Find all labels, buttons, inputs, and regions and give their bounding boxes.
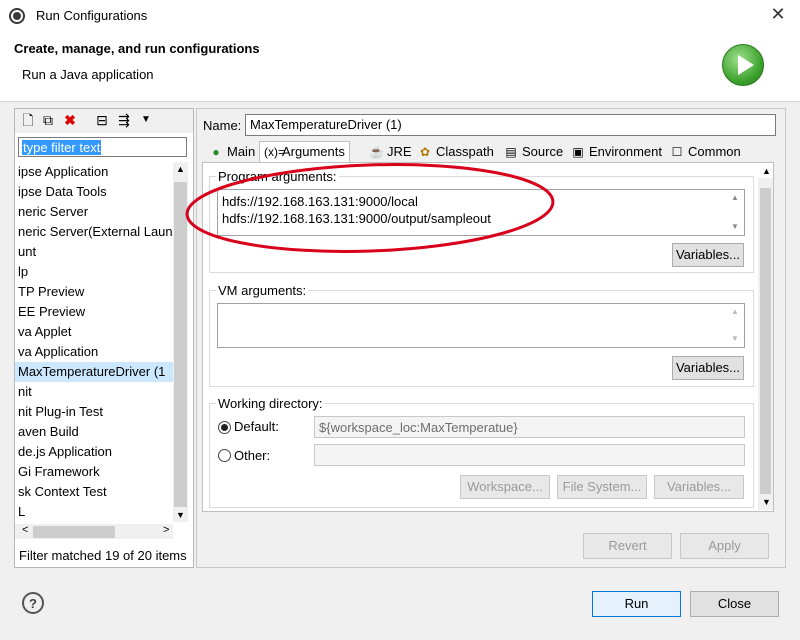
- collapse-all-icon[interactable]: ⊟: [94, 112, 110, 128]
- new-config-icon[interactable]: 🗋: [20, 112, 36, 128]
- vm-scroll-down-icon[interactable]: ▼: [731, 334, 739, 343]
- other-label: Other:: [234, 448, 271, 463]
- tree-item[interactable]: sk Context Test: [18, 482, 107, 502]
- textarea-scroll-up-icon[interactable]: ▲: [731, 193, 739, 202]
- tree-item[interactable]: EE Preview: [18, 302, 85, 322]
- textarea-scroll-down-icon[interactable]: ▼: [731, 222, 739, 231]
- tab-classpath[interactable]: ✿ Classpath: [414, 142, 498, 162]
- source-icon: ▤: [505, 145, 517, 159]
- view-menu-chevron-icon[interactable]: ▼: [138, 112, 154, 128]
- tree-vertical-scroll-thumb[interactable]: [174, 182, 187, 507]
- tree-item[interactable]: de.js Application: [18, 442, 112, 462]
- tree-item[interactable]: neric Server: [18, 202, 88, 222]
- configuration-tree: ipse Application ipse Data Tools neric Ser…: [15, 162, 173, 522]
- tree-item[interactable]: ipse Application: [18, 162, 108, 182]
- tree-item[interactable]: MaxTemperatureDriver (1: [15, 362, 173, 382]
- filter-config-icon[interactable]: ⇶: [116, 112, 132, 128]
- revert-button[interactable]: Revert: [583, 533, 672, 559]
- program-argument-line: hdfs://192.168.163.131:9000/local: [222, 194, 418, 209]
- tab-vertical-scroll-thumb[interactable]: [760, 188, 771, 494]
- default-directory-field: ${workspace_loc:MaxTemperatue}: [314, 416, 745, 438]
- program-variables-button[interactable]: Variables...: [672, 243, 744, 267]
- tab-arguments[interactable]: (x)=Arguments: [259, 141, 350, 163]
- arguments-icon: (x)=: [264, 145, 285, 159]
- tab-scroll-up-icon[interactable]: ▲: [762, 166, 771, 176]
- window-title: Run Configurations: [36, 8, 148, 23]
- common-icon: ☐: [671, 145, 683, 159]
- tree-item[interactable]: TP Preview: [18, 282, 84, 302]
- other-directory-input[interactable]: [314, 444, 745, 466]
- default-label: Default:: [234, 419, 279, 434]
- name-label: Name:: [203, 118, 242, 133]
- tree-item[interactable]: nit Plug-in Test: [18, 402, 103, 422]
- environment-icon: ▣: [572, 145, 584, 159]
- name-input[interactable]: MaxTemperatureDriver (1): [245, 114, 776, 136]
- tree-item[interactable]: va Applet: [18, 322, 72, 342]
- tree-item[interactable]: nit: [18, 382, 32, 402]
- banner-subtitle: Run a Java application: [22, 67, 154, 82]
- delete-config-icon[interactable]: ✖: [62, 112, 78, 128]
- filter-status: Filter matched 19 of 20 items: [19, 548, 187, 563]
- duplicate-config-icon[interactable]: ⧉: [40, 112, 56, 128]
- tab-source[interactable]: ▤ Source: [500, 142, 567, 162]
- tab-scroll-down-icon[interactable]: ▼: [762, 497, 771, 507]
- vm-variables-button[interactable]: Variables...: [672, 356, 744, 380]
- vm-arguments-input[interactable]: [217, 303, 745, 348]
- tree-item[interactable]: aven Build: [18, 422, 79, 442]
- tree-item[interactable]: lp: [18, 262, 28, 282]
- program-argument-line: hdfs://192.168.163.131:9000/output/sampl…: [222, 211, 491, 226]
- scroll-left-icon[interactable]: <: [22, 524, 28, 536]
- default-radio[interactable]: [218, 421, 231, 434]
- tab-environment[interactable]: ▣ Environment: [567, 142, 666, 162]
- banner-title: Create, manage, and run configurations: [14, 41, 260, 56]
- other-radio[interactable]: [218, 449, 231, 462]
- close-window-button[interactable]: ✕: [768, 4, 788, 24]
- working-directory-label: Working directory:: [216, 396, 325, 411]
- scroll-right-icon[interactable]: >: [163, 524, 169, 536]
- tab-main[interactable]: ● Main: [205, 142, 259, 162]
- vm-arguments-label: VM arguments:: [216, 283, 309, 298]
- apply-button[interactable]: Apply: [680, 533, 769, 559]
- help-icon[interactable]: ?: [22, 592, 44, 614]
- tree-item[interactable]: Gi Framework: [18, 462, 100, 482]
- scroll-up-icon[interactable]: ▲: [176, 164, 185, 174]
- tree-horizontal-scroll-thumb[interactable]: [33, 526, 115, 538]
- workspace-button[interactable]: Workspace...: [460, 475, 550, 499]
- file-system-button[interactable]: File System...: [557, 475, 647, 499]
- vm-scroll-up-icon[interactable]: ▲: [731, 307, 739, 316]
- run-launch-icon: [722, 44, 764, 86]
- main-icon: ●: [212, 145, 220, 159]
- tab-common[interactable]: ☐ Common: [666, 142, 745, 162]
- tree-item[interactable]: va Application: [18, 342, 98, 362]
- jre-icon: ☕: [369, 145, 384, 159]
- tree-item[interactable]: L: [18, 502, 25, 522]
- close-button[interactable]: Close: [690, 591, 779, 617]
- filter-input[interactable]: type filter text: [18, 137, 187, 157]
- tree-item[interactable]: ipse Data Tools: [18, 182, 107, 202]
- eclipse-icon: [9, 8, 25, 24]
- run-button[interactable]: Run: [592, 591, 681, 617]
- variables-button[interactable]: Variables...: [654, 475, 744, 499]
- tree-item[interactable]: neric Server(External Launc: [18, 222, 173, 242]
- scroll-down-icon[interactable]: ▼: [176, 510, 185, 520]
- program-arguments-label: Program arguments:: [216, 169, 339, 184]
- tree-item[interactable]: unt: [18, 242, 36, 262]
- classpath-icon: ✿: [419, 145, 431, 159]
- filter-text: type filter text: [22, 140, 102, 155]
- tab-jre[interactable]: ☕ JRE: [365, 142, 416, 162]
